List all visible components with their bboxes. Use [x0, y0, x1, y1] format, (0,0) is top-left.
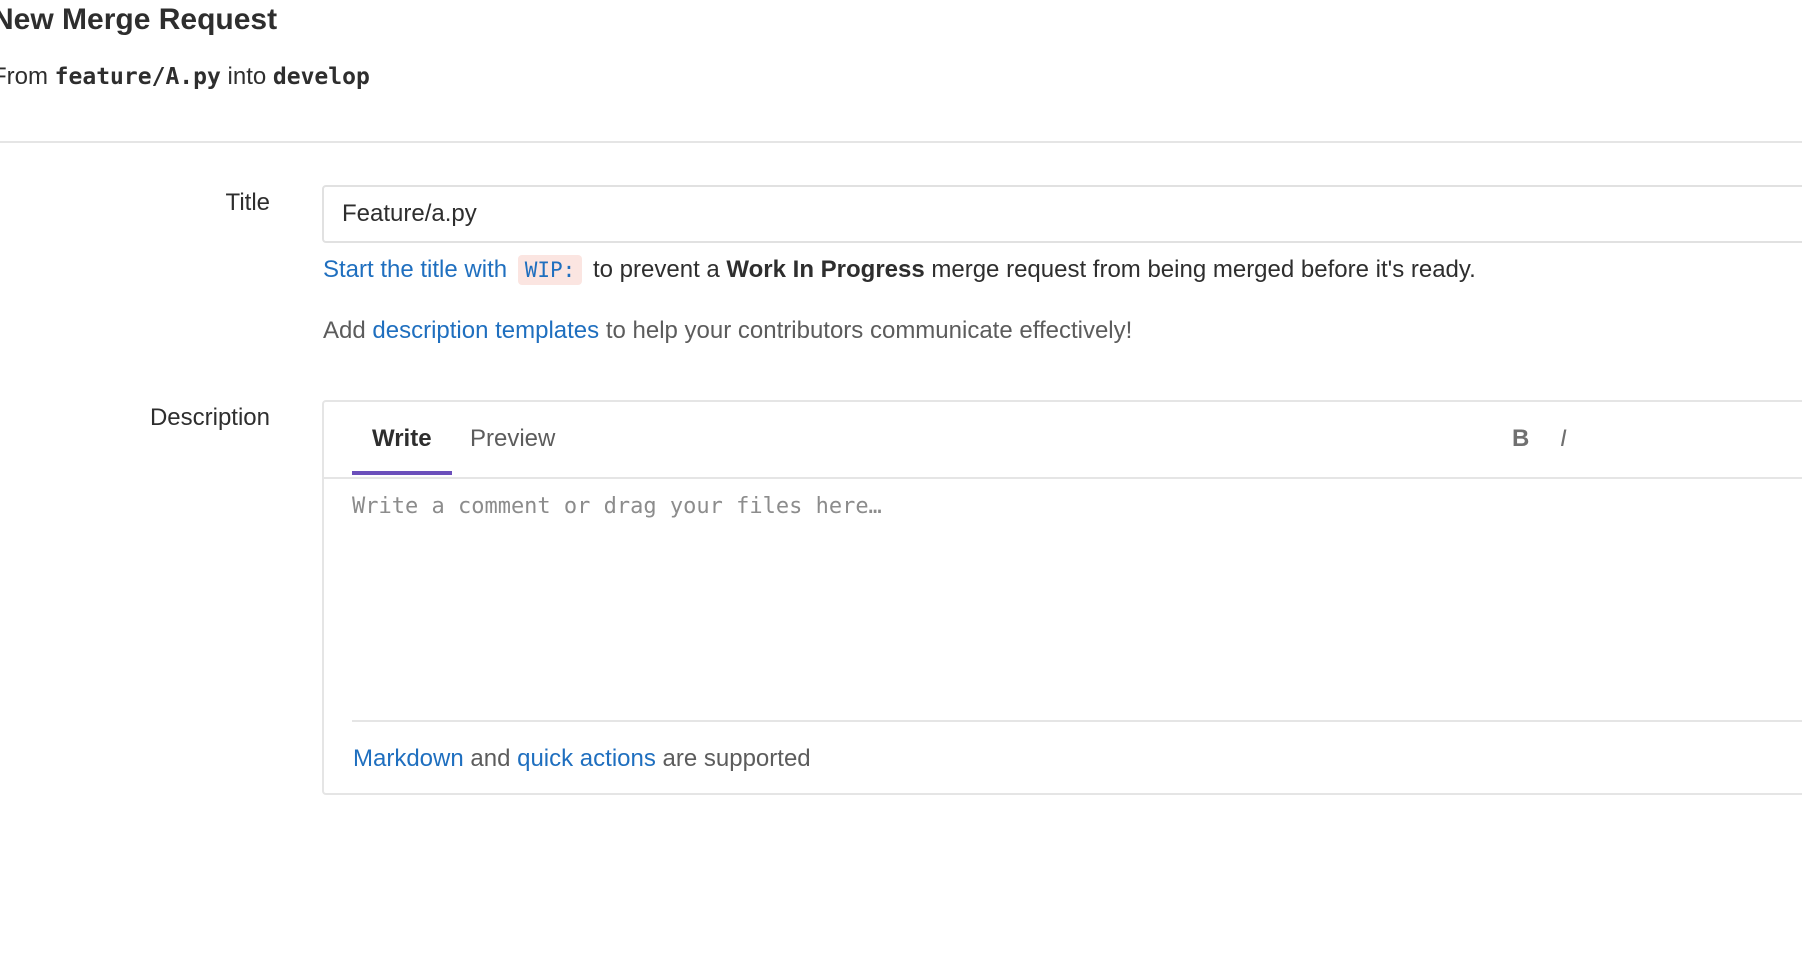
branch-info: From feature/A.py into develop	[0, 60, 370, 94]
description-templates-link[interactable]: description templates	[372, 317, 599, 344]
markdown-hint: Markdown and quick actions are supported	[353, 742, 811, 776]
title-label: Title	[225, 189, 270, 216]
quick-actions-link[interactable]: quick actions	[517, 745, 656, 772]
wip-hint: Start the title with WIP: to prevent a W…	[323, 253, 1476, 287]
editor-tabs: Write Preview B I	[324, 402, 1802, 479]
bold-button[interactable]: B	[1512, 422, 1529, 456]
wip-code: WIP:	[517, 255, 583, 285]
header-divider	[0, 141, 1802, 143]
editor-footer-divider	[352, 720, 1802, 722]
title-input[interactable]	[322, 185, 1802, 243]
markdown-link[interactable]: Markdown	[353, 745, 464, 772]
templates-hint: Add description templates to help your c…	[323, 314, 1132, 348]
tab-write[interactable]: Write	[372, 422, 432, 456]
description-label: Description	[149, 404, 270, 431]
source-branch: feature/A.py	[54, 64, 221, 90]
description-textarea[interactable]	[352, 494, 1802, 714]
merge-request-page: New Merge Request From feature/A.py into…	[0, 0, 1802, 962]
into-label: into	[227, 63, 267, 90]
description-editor: Write Preview B I Markdown and quick act…	[322, 400, 1802, 795]
templates-hint-suffix: to help your contributors communicate ef…	[605, 317, 1133, 344]
wip-hint-text-end: merge request from being merged before i…	[931, 256, 1476, 283]
templates-hint-prefix: Add	[323, 317, 366, 344]
wip-hint-bold: Work In Progress	[726, 256, 925, 283]
page-title: New Merge Request	[0, 3, 278, 36]
italic-button[interactable]: I	[1560, 422, 1567, 456]
target-branch: develop	[272, 64, 370, 90]
wip-start-link[interactable]: Start the title with	[323, 256, 507, 283]
tab-preview[interactable]: Preview	[470, 422, 555, 456]
markdown-hint-suffix: are supported	[662, 745, 811, 772]
from-label: From	[0, 63, 48, 90]
markdown-and: and	[470, 745, 511, 772]
wip-hint-text: to prevent a	[593, 256, 720, 283]
active-tab-indicator	[352, 471, 452, 475]
